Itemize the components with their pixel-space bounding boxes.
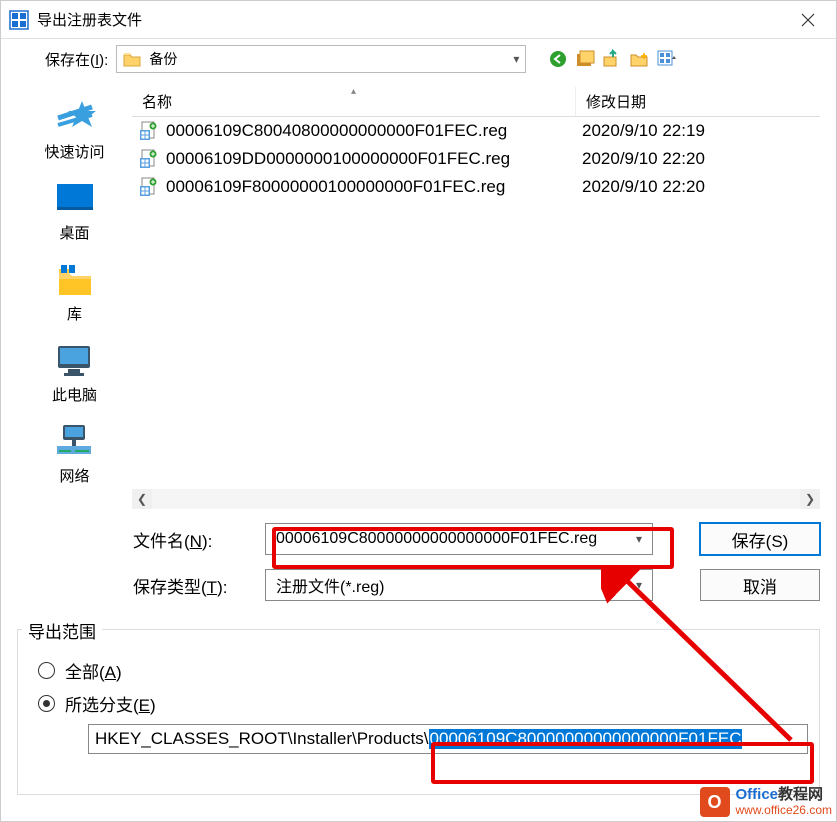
- places-sidebar: 快速访问 桌面 库 此电脑 网络: [17, 87, 132, 509]
- file-list-header: ▴ 名称 修改日期: [132, 87, 820, 117]
- sidebar-item-label: 快速访问: [44, 141, 104, 162]
- watermark: O Office教程网 www.office26.com: [700, 787, 833, 817]
- export-range-group: 导出范围 全部(A) 所选分支(E) HKEY_CLASSES_ROOT\Ins…: [17, 629, 820, 795]
- sidebar-item-desktop[interactable]: 桌面: [53, 180, 97, 243]
- cancel-button[interactable]: 取消: [700, 569, 820, 601]
- radio-branch-label: 所选分支(E): [65, 691, 156, 716]
- filetype-value: 注册文件(*.reg): [276, 573, 384, 597]
- sidebar-item-quickaccess[interactable]: 快速访问: [44, 99, 104, 162]
- folder-icon: [123, 52, 141, 67]
- reg-file-icon: [138, 148, 160, 170]
- branch-path-prefix: HKEY_CLASSES_ROOT\Installer\Products\: [95, 729, 429, 749]
- file-date: 2020/9/10 22:20: [582, 149, 802, 169]
- reg-file-icon: [138, 176, 160, 198]
- field-rows: 文件名(N): 00006109C80000000000000000F01FEC…: [1, 513, 836, 619]
- savein-label: 保存在(I):: [45, 49, 108, 70]
- file-name: 00006109C80040800000000000F01FEC.reg: [166, 121, 582, 141]
- savein-row: 保存在(I): 备份 ▾: [1, 39, 836, 79]
- titlebar: 导出注册表文件: [1, 1, 836, 39]
- registry-icon: [9, 10, 29, 30]
- radio-branch[interactable]: 所选分支(E): [38, 691, 803, 716]
- file-name: 00006109F80000000100000000F01FEC.reg: [166, 177, 582, 197]
- savein-folder-name: 备份: [149, 49, 177, 69]
- file-row[interactable]: 00006109C80040800000000000F01FEC.reg 202…: [132, 117, 820, 145]
- quickaccess-icon: [52, 99, 96, 137]
- network-icon: [53, 423, 97, 461]
- group-title: 导出范围: [22, 618, 102, 643]
- radio-all-label: 全部(A): [65, 658, 122, 683]
- column-header-name[interactable]: ▴ 名称: [132, 87, 576, 116]
- file-row[interactable]: 00006109F80000000100000000F01FEC.reg 202…: [132, 173, 820, 201]
- filename-row: 文件名(N): 00006109C80000000000000000F01FEC…: [133, 523, 820, 555]
- sidebar-item-label: 此电脑: [52, 384, 97, 405]
- scroll-right-button[interactable]: ❯: [800, 489, 820, 509]
- new-folder-icon[interactable]: [629, 49, 649, 69]
- filetype-row: 保存类型(T): 注册文件(*.reg) ▾ 取消: [133, 569, 820, 601]
- reg-file-icon: [138, 120, 160, 142]
- chevron-down-icon: ▾: [513, 52, 519, 66]
- filename-value: 00006109C80000000000000000F01FEC.reg: [276, 530, 597, 548]
- scroll-track[interactable]: [152, 489, 800, 509]
- branch-path-input[interactable]: HKEY_CLASSES_ROOT\Installer\Products\000…: [88, 724, 808, 754]
- savein-combo[interactable]: 备份 ▾: [116, 45, 526, 73]
- sidebar-item-label: 桌面: [59, 222, 89, 243]
- horizontal-scrollbar[interactable]: ❮ ❯: [132, 489, 820, 509]
- back-icon[interactable]: [548, 49, 568, 69]
- radio-icon: [38, 662, 55, 679]
- sidebar-item-label: 库: [67, 303, 82, 324]
- filetype-select[interactable]: 注册文件(*.reg) ▾: [265, 569, 653, 601]
- column-header-date[interactable]: 修改日期: [576, 87, 796, 116]
- chevron-down-icon: ▾: [636, 578, 642, 592]
- nav-icons: [548, 49, 676, 69]
- save-button[interactable]: 保存(S): [700, 523, 820, 555]
- sidebar-item-label: 网络: [59, 465, 89, 486]
- radio-all[interactable]: 全部(A): [38, 658, 803, 683]
- main-area: 快速访问 桌面 库 此电脑 网络 ▴ 名称 修改日期: [1, 79, 836, 513]
- sidebar-item-libraries[interactable]: 库: [53, 261, 97, 324]
- up-icon[interactable]: [602, 49, 622, 69]
- themes-icon[interactable]: [575, 49, 595, 69]
- file-rows: 00006109C80040800000000000F01FEC.reg 202…: [132, 117, 820, 483]
- scroll-left-button[interactable]: ❮: [132, 489, 152, 509]
- filename-label: 文件名(N):: [133, 527, 249, 552]
- thispc-icon: [52, 342, 96, 380]
- window-title: 导出注册表文件: [37, 9, 788, 30]
- filename-input[interactable]: 00006109C80000000000000000F01FEC.reg ▾: [265, 523, 653, 555]
- desktop-icon: [53, 180, 97, 218]
- watermark-icon: O: [700, 787, 730, 817]
- close-button[interactable]: [788, 5, 828, 35]
- sidebar-item-thispc[interactable]: 此电脑: [52, 342, 97, 405]
- branch-path-selection: 00006109C80000000000000000F01FEC: [429, 729, 743, 749]
- file-list: ▴ 名称 修改日期 00006109C80040800000000000F01F…: [132, 87, 820, 509]
- libraries-icon: [53, 261, 97, 299]
- sidebar-item-network[interactable]: 网络: [53, 423, 97, 486]
- file-date: 2020/9/10 22:19: [582, 121, 802, 141]
- file-name: 00006109DD0000000100000000F01FEC.reg: [166, 149, 582, 169]
- view-icon[interactable]: [656, 49, 676, 69]
- file-date: 2020/9/10 22:20: [582, 177, 802, 197]
- radio-icon: [38, 695, 55, 712]
- chevron-down-icon: ▾: [636, 532, 642, 546]
- close-icon: [801, 13, 815, 27]
- watermark-text: Office教程网 www.office26.com: [736, 787, 833, 817]
- sort-asc-icon: ▴: [351, 86, 356, 97]
- filetype-label: 保存类型(T):: [133, 573, 249, 598]
- file-row[interactable]: 00006109DD0000000100000000F01FEC.reg 202…: [132, 145, 820, 173]
